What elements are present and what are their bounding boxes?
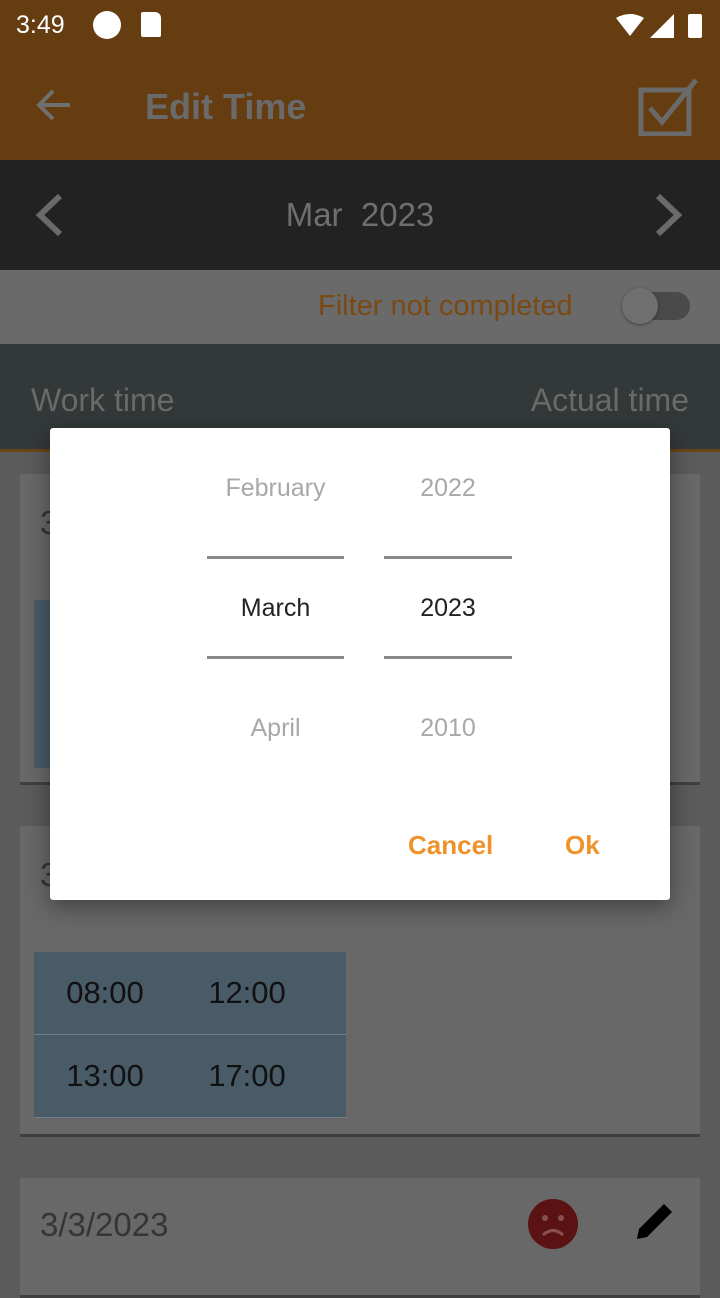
edit-button[interactable] [634,1202,674,1242]
filter-toggle[interactable] [622,288,690,324]
sd-card-icon [141,12,161,37]
next-month-button[interactable] [652,192,686,238]
time-block: 08:00 12:00 13:00 17:00 [34,952,346,1118]
time-row: 08:00 12:00 [34,952,346,1035]
year-next[interactable]: 2010 [384,714,512,743]
card-date: 3/3/2023 [40,1206,169,1243]
actual-time-header: Actual time [530,382,689,418]
month-next[interactable]: April [207,714,344,743]
ok-button[interactable]: Ok [565,830,600,861]
clock: 3:49 [16,11,65,39]
day-card[interactable]: 3/3/2023 [20,1178,700,1298]
system-icons [616,14,702,38]
cancel-button[interactable]: Cancel [408,830,493,861]
divider [384,656,512,659]
save-button[interactable] [638,78,700,136]
status-bar: 3:49 [0,0,720,52]
app-bar: Edit Time [0,52,720,160]
divider [207,556,344,559]
year-selected[interactable]: 2023 [384,594,512,623]
app-notification-icon [93,11,121,39]
battery-icon [688,14,702,38]
year-prev[interactable]: 2022 [384,474,512,503]
back-button[interactable] [36,88,74,122]
month-year-picker-dialog: February March April 2022 2023 2010 Canc… [50,428,670,900]
work-time-header: Work time [31,382,175,418]
start-time: 08:00 [66,975,144,1010]
wifi-icon [616,14,644,36]
sad-face-icon [528,1199,578,1249]
divider [384,556,512,559]
month-label[interactable]: Mar 2023 [0,196,720,234]
month-prev[interactable]: February [207,474,344,503]
month-selected[interactable]: March [207,594,344,623]
end-time: 12:00 [208,975,286,1010]
signal-icon [650,14,674,38]
toggle-thumb [622,288,658,324]
end-time: 17:00 [208,1058,286,1093]
filter-bar: Filter not completed [0,270,720,344]
start-time: 13:00 [66,1058,144,1093]
month-navigator: Mar 2023 [0,160,720,270]
divider [207,656,344,659]
time-row: 13:00 17:00 [34,1035,346,1118]
filter-label: Filter not completed [318,290,573,322]
page-title: Edit Time [145,86,307,127]
